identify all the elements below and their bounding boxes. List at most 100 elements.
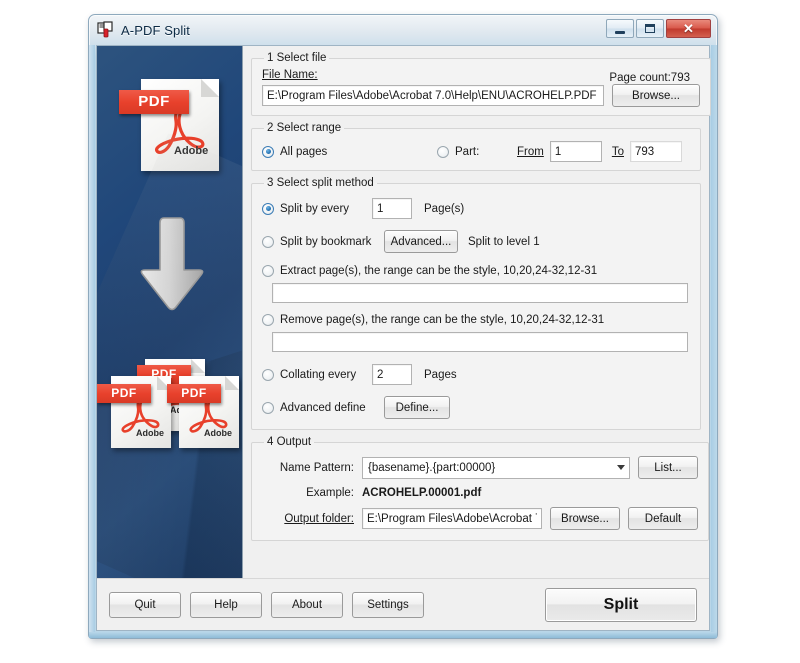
collating-every-input[interactable]: 2 <box>372 364 412 385</box>
select-range-group: 2 Select range All pages Part: From 1 To… <box>251 122 701 171</box>
to-value: 793 <box>635 145 655 158</box>
down-arrow-icon <box>137 214 207 319</box>
collating-every-value: 2 <box>377 368 384 381</box>
example-value: ACROHELP.00001.pdf <box>362 487 482 499</box>
radio-indicator <box>437 145 449 158</box>
file-name-value: E:\Program Files\Adobe\Acrobat 7.0\Help\… <box>267 89 597 102</box>
radio-indicator <box>262 314 274 326</box>
select-file-group: 1 Select file File Name: Page count:793 … <box>251 52 711 116</box>
adobe-wordmark: Adobe <box>174 145 209 157</box>
maximize-icon <box>645 24 655 33</box>
pdf-ribbon-label: PDF <box>167 384 221 403</box>
remove-pages-label: Remove page(s), the range can be the sty… <box>280 314 605 326</box>
options-panel: 1 Select file File Name: Page count:793 … <box>243 46 711 578</box>
output-legend: 4 Output <box>267 436 312 448</box>
output-folder-label: Output folder: <box>284 512 354 525</box>
list-button[interactable]: List... <box>638 456 698 479</box>
extract-pages-input[interactable] <box>272 283 688 303</box>
split-by-bookmark-label: Split by bookmark <box>280 235 372 248</box>
client-body: Adobe PDF Adobe PDF Ad PDF Adobe PDF 1 S… <box>97 46 711 578</box>
collating-every-label: Collating every <box>280 368 357 381</box>
adobe-wordmark: Adobe <box>204 428 232 438</box>
sidebar-artwork: Adobe PDF Adobe PDF Ad PDF Adobe PDF <box>97 46 243 578</box>
result-pdf-icon-3: Adobe PDF <box>167 376 239 448</box>
browse-output-button[interactable]: Browse... <box>550 507 620 530</box>
file-name-input[interactable]: E:\Program Files\Adobe\Acrobat 7.0\Help\… <box>262 85 604 106</box>
advanced-define-radio[interactable]: Advanced define <box>262 401 384 414</box>
window-glass-edge-bottom <box>89 632 717 638</box>
chevron-down-icon[interactable] <box>612 458 629 478</box>
split-by-every-radio[interactable]: Split by every <box>262 202 364 215</box>
output-folder-value: E:\Program Files\Adobe\Acrobat 7.0\ <box>367 512 537 525</box>
output-folder-input[interactable]: E:\Program Files\Adobe\Acrobat 7.0\ <box>362 508 542 529</box>
about-button[interactable]: About <box>271 591 343 618</box>
window-title: A-PDF Split <box>121 22 191 38</box>
default-output-button[interactable]: Default <box>628 507 698 530</box>
all-pages-label: All pages <box>280 145 328 158</box>
split-method-group: 3 Select split method Split by every 1 P… <box>251 177 701 430</box>
from-label: From <box>517 145 544 158</box>
adobe-acrobat-mark <box>155 108 205 154</box>
result-pdf-icon-1: Adobe PDF <box>97 376 171 448</box>
title-bar[interactable]: A-PDF Split ✕ <box>89 15 717 45</box>
extract-pages-label: Extract page(s), the range can be the st… <box>280 265 598 277</box>
select-file-legend: 1 Select file <box>267 52 327 64</box>
split-by-every-value: 1 <box>377 202 384 215</box>
name-pattern-value: {basename}.{part:00000} <box>368 461 496 474</box>
minimize-icon <box>615 30 625 34</box>
radio-indicator <box>262 401 274 414</box>
pdf-ribbon-label: PDF <box>97 384 151 403</box>
split-by-every-input[interactable]: 1 <box>372 198 412 219</box>
all-pages-radio[interactable]: All pages <box>262 145 437 158</box>
close-icon: ✕ <box>683 21 694 36</box>
define-button[interactable]: Define... <box>384 396 450 419</box>
split-button[interactable]: Split <box>545 587 697 622</box>
from-input[interactable]: 1 <box>549 141 602 162</box>
radio-indicator <box>262 368 274 381</box>
pages-suffix-label: Page(s) <box>424 202 465 215</box>
source-pdf-icon: Adobe PDF <box>119 79 219 171</box>
browse-file-button[interactable]: Browse... <box>612 84 700 107</box>
from-value: 1 <box>554 145 562 158</box>
window-glass-edge-right <box>711 45 717 638</box>
window-controls: ✕ <box>606 19 711 38</box>
maximize-button[interactable] <box>636 19 664 38</box>
radio-indicator <box>262 202 274 215</box>
part-label: Part: <box>455 145 480 158</box>
application-window: A-PDF Split ✕ Adobe PDF Adobe PDF Ad PDF… <box>88 14 718 639</box>
help-button[interactable]: Help <box>190 591 262 618</box>
name-pattern-combo[interactable]: {basename}.{part:00000} <box>362 456 630 479</box>
split-method-legend: 3 Select split method <box>267 177 374 189</box>
close-button[interactable]: ✕ <box>666 19 711 38</box>
pdf-ribbon-label: PDF <box>119 90 189 114</box>
radio-indicator <box>262 235 274 248</box>
app-pdf-split-icon <box>97 21 115 39</box>
part-radio[interactable]: Part: <box>437 145 517 158</box>
to-label: To <box>611 145 624 158</box>
advanced-define-label: Advanced define <box>280 401 366 414</box>
radio-indicator <box>262 265 274 277</box>
split-by-every-label: Split by every <box>280 202 350 215</box>
output-group: 4 Output Name Pattern: {basename}.{part:… <box>251 436 709 541</box>
adobe-wordmark: Adobe <box>136 428 164 438</box>
name-pattern-label: Name Pattern: <box>279 461 354 474</box>
example-label: Example: <box>306 487 354 499</box>
window-glass-edge-left <box>89 45 95 638</box>
extract-pages-radio[interactable]: Extract page(s), the range can be the st… <box>262 265 597 277</box>
to-input[interactable]: 793 <box>630 141 682 162</box>
footer-toolbar: Quit Help About Settings Split <box>97 578 709 630</box>
minimize-button[interactable] <box>606 19 634 38</box>
client-area: Adobe PDF Adobe PDF Ad PDF Adobe PDF 1 S… <box>96 45 711 631</box>
select-range-legend: 2 Select range <box>267 122 342 134</box>
split-by-bookmark-radio[interactable]: Split by bookmark <box>262 235 384 248</box>
advanced-button[interactable]: Advanced... <box>384 230 458 253</box>
remove-pages-radio[interactable]: Remove page(s), the range can be the sty… <box>262 314 604 326</box>
collating-every-radio[interactable]: Collating every <box>262 368 364 381</box>
page-count-label: Page count:793 <box>609 72 690 84</box>
split-to-level-label: Split to level 1 <box>468 235 540 248</box>
quit-button[interactable]: Quit <box>109 591 181 618</box>
collating-suffix-label: Pages <box>424 368 457 381</box>
radio-indicator <box>262 145 274 158</box>
remove-pages-input[interactable] <box>272 332 688 352</box>
settings-button[interactable]: Settings <box>352 591 424 618</box>
